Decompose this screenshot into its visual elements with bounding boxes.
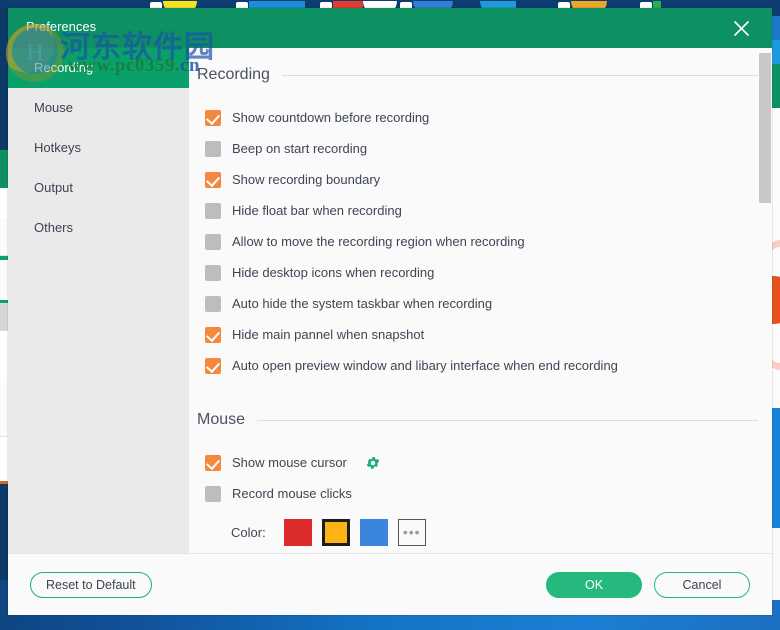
reset-to-default-button[interactable]: Reset to Default [30, 571, 152, 598]
option-label: Show recording boundary [232, 172, 381, 187]
sidebar-item-mouse[interactable]: Mouse [8, 88, 189, 128]
window-title: Preferences [26, 19, 97, 34]
section-divider [281, 74, 758, 76]
checkbox-hide-main-panel[interactable] [205, 326, 221, 343]
checkbox-show-boundary[interactable] [205, 171, 221, 188]
sidebar-item-recording[interactable]: Recording [8, 48, 189, 88]
section-title: Mouse [197, 411, 246, 428]
sidebar-item-hotkeys[interactable]: Hotkeys [8, 128, 189, 168]
option-label: Show countdown before recording [232, 110, 430, 125]
option-label: Auto hide the system taskbar when record… [232, 296, 493, 311]
option-label: Record mouse clicks [232, 486, 352, 501]
settings-scroll-area: Recording Show countdown before recordin… [189, 48, 758, 553]
option-label: Beep on start recording [232, 141, 368, 156]
content-pane: Recording Show countdown before recordin… [189, 48, 772, 553]
sidebar: Recording Mouse Hotkeys Output Others [8, 48, 189, 553]
sidebar-item-label: Mouse [34, 100, 74, 115]
content-scrollbar[interactable] [758, 48, 772, 553]
sidebar-item-others[interactable]: Others [8, 208, 189, 248]
color-swatch-amber[interactable] [321, 518, 350, 546]
ok-button[interactable]: OK [546, 571, 642, 598]
option-label: Auto open preview window and libary inte… [232, 358, 618, 373]
sidebar-item-label: Others [34, 220, 74, 235]
color-swatch-blue[interactable] [359, 518, 388, 546]
section-header-mouse: Mouse [197, 411, 758, 429]
color-swatch-red[interactable] [283, 518, 312, 546]
sidebar-item-output[interactable]: Output [8, 168, 189, 208]
option-row[interactable]: Record mouse clicks [197, 478, 758, 509]
checkbox-allow-move-region[interactable] [205, 233, 221, 250]
dialog-body: Recording Mouse Hotkeys Output Others Re… [8, 48, 772, 553]
desktop-background: Preferences Recording Mouse Hotkeys Outp… [0, 0, 780, 630]
section-title: Recording [197, 66, 270, 83]
checkbox-hide-float-bar[interactable] [205, 202, 221, 219]
option-row[interactable]: Beep on start recording [197, 133, 758, 164]
option-row[interactable]: Show recording boundary [197, 164, 758, 195]
checkbox-show-mouse-cursor[interactable] [205, 454, 221, 471]
dialog-footer: Reset to Default OK Cancel [8, 553, 772, 615]
option-label: Show mouse cursor [232, 455, 347, 470]
option-label: Hide desktop icons when recording [232, 265, 435, 280]
option-label: Allow to move the recording region when … [232, 234, 525, 249]
option-row[interactable]: Auto open preview window and libary inte… [197, 350, 758, 381]
checkbox-auto-hide-taskbar[interactable] [205, 295, 221, 312]
title-bar: Preferences [8, 8, 772, 48]
option-row[interactable]: Allow to move the recording region when … [197, 226, 758, 257]
option-label: Hide main pannel when snapshot [232, 327, 425, 342]
preferences-dialog: Preferences Recording Mouse Hotkeys Outp… [8, 8, 772, 615]
checkbox-show-countdown[interactable] [205, 109, 221, 126]
option-label: Hide float bar when recording [232, 203, 402, 218]
color-label: Color: [231, 524, 266, 540]
scrollbar-thumb[interactable] [759, 53, 771, 203]
option-row[interactable]: Show mouse cursor [197, 447, 758, 478]
option-row[interactable]: Hide float bar when recording [197, 195, 758, 226]
color-picker-row: Color: ••• [197, 513, 758, 551]
option-row[interactable]: Hide desktop icons when recording [197, 257, 758, 288]
checkbox-record-mouse-clicks[interactable] [205, 485, 221, 502]
footer-actions: OK Cancel [546, 571, 750, 598]
gear-icon[interactable] [365, 455, 381, 471]
option-row[interactable]: Show countdown before recording [197, 102, 758, 133]
section-header-recording: Recording [197, 66, 758, 84]
cancel-button[interactable]: Cancel [654, 571, 750, 598]
sidebar-item-label: Output [34, 180, 74, 195]
section-divider [257, 419, 758, 421]
checkbox-beep-on-start[interactable] [205, 140, 221, 157]
checkbox-auto-open-preview[interactable] [205, 357, 221, 374]
option-row[interactable]: Auto hide the system taskbar when record… [197, 288, 758, 319]
option-row[interactable]: Hide main pannel when snapshot [197, 319, 758, 350]
sidebar-item-label: Recording [34, 60, 94, 75]
color-more-button[interactable]: ••• [397, 518, 426, 546]
checkbox-hide-desktop-icons[interactable] [205, 264, 221, 281]
sidebar-item-label: Hotkeys [34, 140, 81, 155]
close-icon[interactable] [718, 8, 764, 48]
